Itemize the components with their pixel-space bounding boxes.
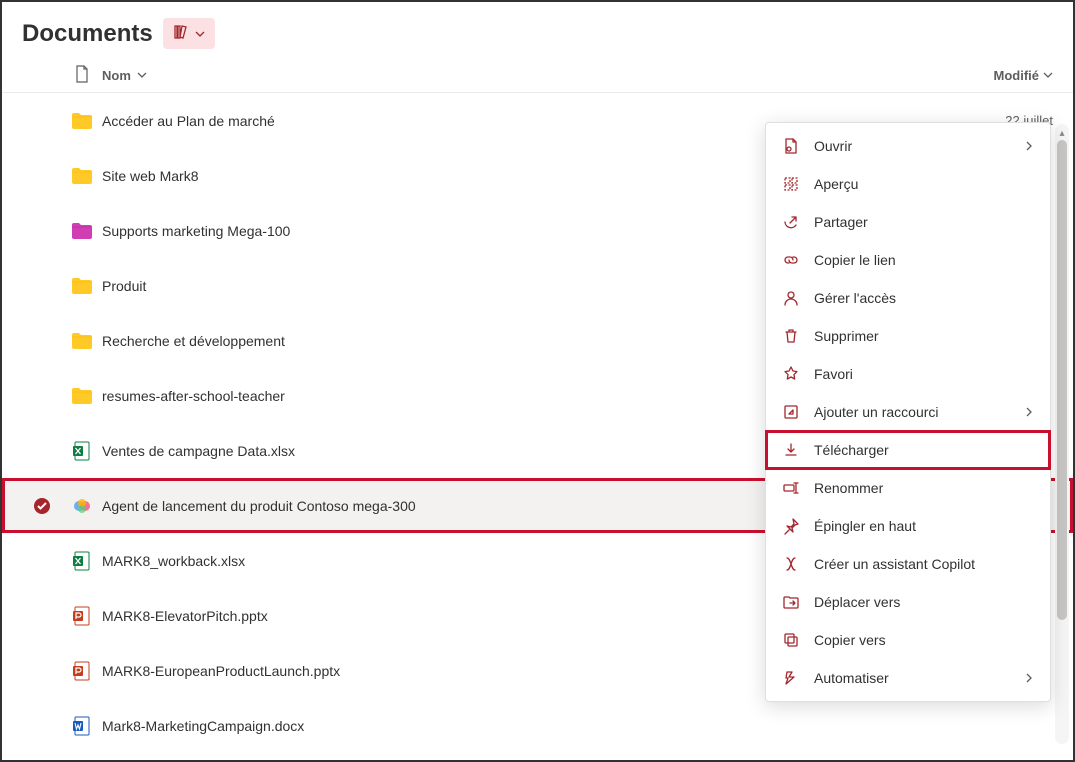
- file-type-icon: [62, 277, 102, 295]
- page-title: Documents: [22, 20, 153, 48]
- automate-icon: [782, 669, 800, 687]
- chevron-right-icon: [1024, 138, 1034, 154]
- context-menu-item[interactable]: Épingler en haut: [766, 507, 1050, 545]
- context-menu-label: Supprimer: [814, 328, 1034, 344]
- pin-icon: [782, 517, 800, 535]
- file-type-icon: [62, 495, 102, 517]
- move-icon: [782, 593, 800, 611]
- context-menu-label: Créer un assistant Copilot: [814, 556, 1034, 572]
- context-menu-item[interactable]: Renommer: [766, 469, 1050, 507]
- file-type-icon: [62, 661, 102, 681]
- shortcut-icon: [782, 403, 800, 421]
- context-menu-label: Déplacer vers: [814, 594, 1034, 610]
- context-menu-label: Partager: [814, 214, 1034, 230]
- file-type-icon: [62, 167, 102, 185]
- chevron-right-icon: [1024, 670, 1034, 686]
- delete-icon: [782, 327, 800, 345]
- share-icon: [782, 213, 800, 231]
- file-type-icon: [62, 112, 102, 130]
- context-menu-label: Ouvrir: [814, 138, 1010, 154]
- file-type-icon: [62, 332, 102, 350]
- preview-icon: [782, 175, 800, 193]
- open-icon: [782, 137, 800, 155]
- context-menu-item[interactable]: Partager: [766, 203, 1050, 241]
- file-type-icon: [62, 606, 102, 626]
- favorite-icon: [782, 365, 800, 383]
- chevron-down-icon: [1043, 68, 1053, 83]
- context-menu: Ouvrir Aperçu Partager Copier le lien Gérer …: [765, 122, 1051, 702]
- column-headers: Nom Modifié: [2, 59, 1073, 93]
- context-menu-item[interactable]: Télécharger: [766, 431, 1050, 469]
- context-menu-label: Automatiser: [814, 670, 1010, 686]
- modified-column-header[interactable]: Modifié: [903, 68, 1053, 83]
- name-column-header[interactable]: Nom: [102, 68, 903, 83]
- copy-icon: [782, 631, 800, 649]
- chevron-right-icon: [1024, 404, 1034, 420]
- file-type-icon: [62, 222, 102, 240]
- context-menu-item[interactable]: Créer un assistant Copilot: [766, 545, 1050, 583]
- view-switcher[interactable]: [163, 18, 215, 49]
- context-menu-label: Aperçu: [814, 176, 1034, 192]
- context-menu-label: Télécharger: [814, 442, 1034, 458]
- copilot-create-icon: [782, 555, 800, 573]
- file-type-icon: [62, 551, 102, 571]
- chevron-down-icon: [137, 68, 147, 83]
- link-icon: [782, 251, 800, 269]
- row-checkbox[interactable]: [22, 497, 62, 515]
- file-name[interactable]: Agent de lancement du produit Contoso me…: [102, 498, 846, 514]
- filetype-column-header[interactable]: [62, 65, 102, 86]
- context-menu-item[interactable]: Favori: [766, 355, 1050, 393]
- access-icon: [782, 289, 800, 307]
- library-icon: [173, 24, 189, 43]
- context-menu-label: Favori: [814, 366, 1034, 382]
- file-type-icon: [62, 441, 102, 461]
- context-menu-item[interactable]: Copier le lien: [766, 241, 1050, 279]
- file-type-icon: [62, 716, 102, 736]
- context-menu-label: Copier le lien: [814, 252, 1034, 268]
- context-menu-item[interactable]: Ajouter un raccourci: [766, 393, 1050, 431]
- context-menu-item[interactable]: Supprimer: [766, 317, 1050, 355]
- scrollbar[interactable]: ▴: [1055, 124, 1069, 744]
- context-menu-item[interactable]: Déplacer vers: [766, 583, 1050, 621]
- context-menu-item[interactable]: Aperçu: [766, 165, 1050, 203]
- context-menu-item[interactable]: Automatiser: [766, 659, 1050, 697]
- file-name[interactable]: Mark8-MarketingCampaign.docx: [102, 718, 903, 734]
- context-menu-label: Gérer l'accès: [814, 290, 1034, 306]
- context-menu-label: Renommer: [814, 480, 1034, 496]
- file-type-icon: [62, 387, 102, 405]
- download-icon: [782, 441, 800, 459]
- page-header: Documents: [2, 2, 1073, 59]
- rename-icon: [782, 479, 800, 497]
- context-menu-item[interactable]: Ouvrir: [766, 127, 1050, 165]
- context-menu-label: Ajouter un raccourci: [814, 404, 1010, 420]
- file-icon: [74, 65, 90, 86]
- context-menu-item[interactable]: Gérer l'accès: [766, 279, 1050, 317]
- context-menu-label: Copier vers: [814, 632, 1034, 648]
- scrollbar-thumb[interactable]: [1057, 140, 1067, 620]
- modified-column-label: Modifié: [994, 68, 1040, 83]
- scroll-up-arrow[interactable]: ▴: [1055, 126, 1069, 140]
- chevron-down-icon: [195, 26, 205, 42]
- file-row[interactable]: Mark8-MarketingCampaign.docx: [2, 698, 1073, 753]
- name-column-label: Nom: [102, 68, 131, 83]
- context-menu-item[interactable]: Copier vers: [766, 621, 1050, 659]
- context-menu-label: Épingler en haut: [814, 518, 1034, 534]
